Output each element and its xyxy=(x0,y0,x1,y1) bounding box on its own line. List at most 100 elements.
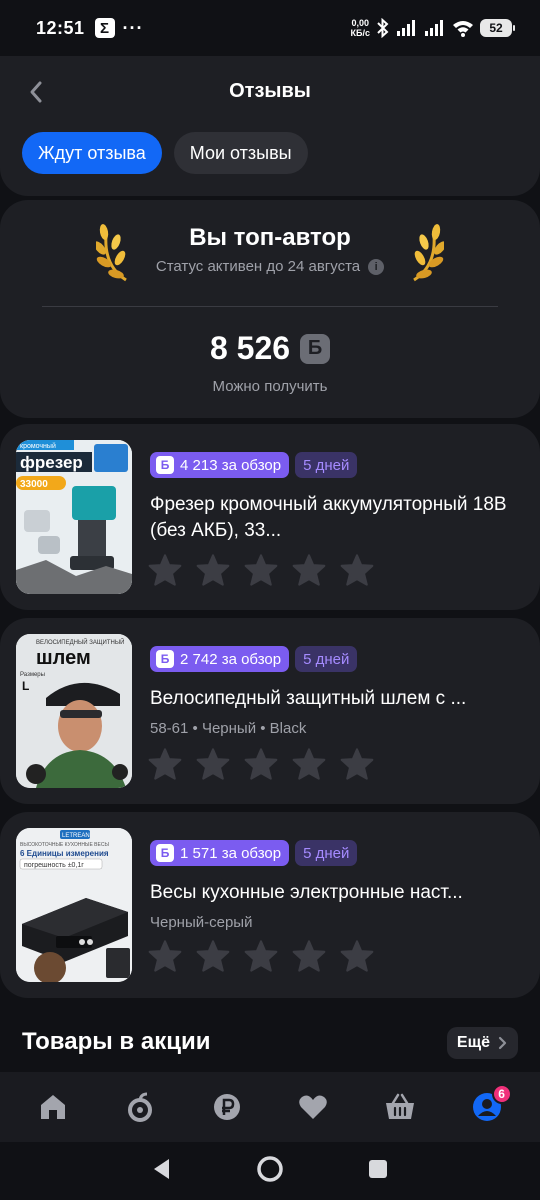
bonus-currency-icon: Б xyxy=(300,333,331,364)
system-recents-button[interactable] xyxy=(367,1158,389,1185)
star-icon[interactable] xyxy=(292,940,326,972)
network-speed-unit: КБ/с xyxy=(350,28,370,38)
nav-home[interactable] xyxy=(28,1082,78,1132)
more-button[interactable]: Ещё xyxy=(446,1027,518,1059)
nav-ruble[interactable] xyxy=(202,1082,252,1132)
signal-icon xyxy=(397,20,415,36)
thumb-text-3: 6 Единицы измерения xyxy=(20,849,109,858)
thumb-text-2: ВЫСОКОТОЧНЫЕ КУХОННЫЕ ВЕСЫ xyxy=(20,842,109,848)
nav-favorites[interactable] xyxy=(288,1082,338,1132)
page-title: Отзывы xyxy=(229,80,311,102)
star-icon[interactable] xyxy=(340,748,374,780)
sigma-app-icon: Σ xyxy=(94,18,115,38)
thumb-text-1: LETREAN xyxy=(62,833,90,839)
star-icon[interactable] xyxy=(196,748,230,780)
product-info: Б 1 571 за обзор 5 дней Весы кухонные эле… xyxy=(150,840,520,931)
bonus-currency-icon: Б xyxy=(156,650,174,668)
promo-section-title: Товары в акции xyxy=(22,1028,211,1055)
circle-home-icon xyxy=(257,1155,283,1182)
thumb-text-1: ВЕЛОСИПЕДНЫЙ ЗАЩИТНЫЙ xyxy=(36,638,124,646)
product-card[interactable]: ВЕЛОСИПЕДНЫЙ ЗАЩИТНЫЙ шлем Размеры L Б 2 … xyxy=(0,618,540,804)
product-badges: Б 2 742 за обзор 5 дней xyxy=(150,646,520,672)
days-badge: 5 дней xyxy=(295,840,358,866)
system-nav xyxy=(0,1142,540,1200)
thumb-text-4: погрешность ±0,1г xyxy=(24,862,84,869)
tab-awaiting-review[interactable]: Ждут отзыва xyxy=(22,132,162,174)
status-text: Статус активен до 24 августа xyxy=(155,258,361,275)
product-variant: 58-61 • Черный • Black xyxy=(150,720,307,737)
rating-stars xyxy=(148,554,374,586)
bonus-currency-icon: Б xyxy=(156,456,174,474)
bluetooth-icon xyxy=(377,18,389,38)
top-author-status: Статус активен до 24 августа i xyxy=(0,258,540,275)
nav-basket[interactable] xyxy=(375,1082,425,1132)
heart-icon xyxy=(299,1095,328,1119)
product-badges: Б 1 571 за обзор 5 дней xyxy=(150,840,520,866)
thumb-text-4: L xyxy=(22,679,29,693)
bonus-text: 4 213 за обзор xyxy=(180,456,282,474)
rating-stars xyxy=(148,940,374,972)
network-speed: 0,00 КБ/с xyxy=(351,18,370,38)
review-tabs: Ждут отзыва Мои отзывы xyxy=(22,132,308,174)
star-icon[interactable] xyxy=(340,940,374,972)
header-panel: Отзывы Ждут отзыва Мои отзывы xyxy=(0,56,540,196)
square-recents-icon xyxy=(368,1159,387,1178)
thumb-text-3: 33000 xyxy=(20,479,48,490)
bonus-badge: Б 4 213 за обзор xyxy=(150,452,290,478)
star-icon[interactable] xyxy=(244,554,278,586)
product-badges: Б 4 213 за обзор 5 дней xyxy=(150,452,520,478)
star-icon[interactable] xyxy=(244,940,278,972)
star-icon[interactable] xyxy=(292,748,326,780)
product-image-helmet: ВЕЛОСИПЕДНЫЙ ЗАЩИТНЫЙ шлем Размеры L xyxy=(16,634,132,788)
star-icon[interactable] xyxy=(244,748,278,780)
star-icon[interactable] xyxy=(340,554,374,586)
thumb-text-2: фрезер xyxy=(20,453,83,472)
points-total: 8 526 Б xyxy=(0,330,540,367)
more-label: Ещё xyxy=(456,1034,490,1051)
status-time: 12:51 xyxy=(36,17,85,38)
product-card[interactable]: LETREAN ВЫСОКОТОЧНЫЕ КУХОННЫЕ ВЕСЫ 6 Еди… xyxy=(0,812,540,998)
triangle-back-icon xyxy=(154,1158,170,1179)
catalog-icon xyxy=(127,1092,152,1122)
divider xyxy=(42,306,498,307)
more-notifications-icon: ··· xyxy=(122,17,144,38)
bonus-text: 2 742 за обзор xyxy=(180,650,282,668)
system-back-button[interactable] xyxy=(151,1157,173,1186)
product-info: Б 2 742 за обзор 5 дней Велосипедный защи… xyxy=(150,646,520,737)
thumb-text-2: шлем xyxy=(36,647,91,669)
star-icon[interactable] xyxy=(292,554,326,586)
rating-stars xyxy=(148,748,374,780)
thumb-text-3: Размеры xyxy=(20,672,45,678)
battery-indicator: 52 xyxy=(480,19,515,37)
thumb-text-1: кромочный xyxy=(20,442,56,450)
product-image-router: кромочный фрезер 33000 xyxy=(16,440,132,594)
product-name: Фрезер кромочный аккумуляторный 18В (без… xyxy=(150,494,507,541)
bonus-badge: Б 1 571 за обзор xyxy=(150,840,290,866)
star-icon[interactable] xyxy=(148,748,182,780)
product-name: Весы кухонные электронные наст... xyxy=(150,882,463,903)
star-icon[interactable] xyxy=(196,940,230,972)
tab-my-reviews[interactable]: Мои отзывы xyxy=(173,132,308,174)
wifi-icon xyxy=(453,21,473,37)
system-home-button[interactable] xyxy=(256,1155,284,1188)
top-author-card: Вы топ-автор Статус активен до 24 август… xyxy=(0,200,540,418)
star-icon[interactable] xyxy=(148,554,182,586)
nav-catalog[interactable] xyxy=(115,1082,165,1132)
bonus-currency-icon: Б xyxy=(156,844,174,862)
bonus-badge: Б 2 742 за обзор xyxy=(150,646,290,672)
profile-badge: 6 xyxy=(491,1084,512,1104)
product-variant: Черный-серый xyxy=(150,914,253,931)
star-icon[interactable] xyxy=(196,554,230,586)
product-card[interactable]: кромочный фрезер 33000 Б 4 213 за обзор 5… xyxy=(0,424,540,610)
nav-profile[interactable]: 6 xyxy=(462,1082,512,1132)
bottom-nav: 6 xyxy=(0,1072,540,1142)
signal-icon-2 xyxy=(425,20,443,36)
home-icon xyxy=(41,1095,66,1119)
info-icon[interactable]: i xyxy=(368,258,385,275)
chevron-right-icon xyxy=(498,1036,507,1050)
product-image-scale: LETREAN ВЫСОКОТОЧНЫЕ КУХОННЫЕ ВЕСЫ 6 Еди… xyxy=(16,828,132,982)
days-badge: 5 дней xyxy=(295,646,358,672)
bonus-text: 1 571 за обзор xyxy=(180,844,282,862)
top-author-title: Вы топ-автор xyxy=(189,224,351,251)
star-icon[interactable] xyxy=(148,940,182,972)
